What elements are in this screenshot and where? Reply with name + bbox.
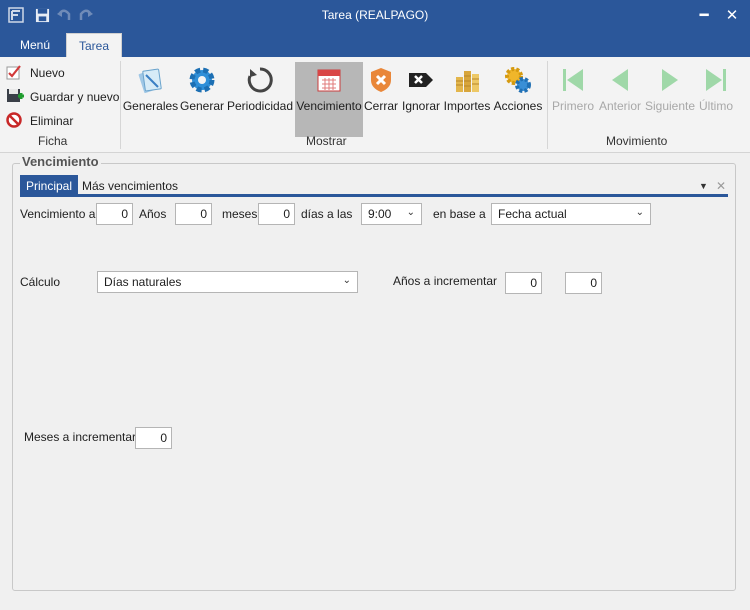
mostrar-group-label: Mostrar xyxy=(306,134,347,148)
meses-incrementar-label: Meses a incrementar xyxy=(24,430,137,444)
hora-select[interactable]: 9:00 ⌄ xyxy=(361,203,422,225)
ficha-group-label: Ficha xyxy=(38,134,68,148)
primero-label: Primero xyxy=(552,99,595,113)
last-icon xyxy=(699,63,733,97)
vencimiento-button[interactable]: Vencimiento xyxy=(295,62,363,137)
tab-menu[interactable]: Menú xyxy=(8,33,62,57)
shield-close-icon xyxy=(364,63,398,97)
nuevo-button[interactable]: Nuevo xyxy=(6,63,65,83)
anos-incrementar-input-1[interactable]: 0 xyxy=(505,272,542,294)
ultimo-label: Último xyxy=(698,99,733,113)
ignore-icon xyxy=(404,63,438,97)
acciones-label: Acciones xyxy=(493,99,543,113)
vencimiento-label: Vencimiento a xyxy=(20,207,96,221)
dias-label: días a las xyxy=(301,207,353,221)
nuevo-label: Nuevo xyxy=(30,66,65,80)
ignorar-button[interactable]: Ignorar xyxy=(401,63,441,119)
hora-value: 9:00 xyxy=(368,207,392,221)
refresh-icon xyxy=(243,63,277,97)
ribbon-tab-bar: Menú Tarea xyxy=(0,33,750,57)
section-title: Vencimiento xyxy=(20,154,101,169)
periodicidad-label: Periodicidad xyxy=(226,99,294,113)
chevron-down-icon: ⌄ xyxy=(635,207,644,218)
guardar-nuevo-button[interactable]: Guardar y nuevo xyxy=(6,87,119,107)
vencimiento-label: Vencimiento xyxy=(296,99,362,113)
meses-incrementar-input[interactable]: 0 xyxy=(135,427,172,449)
close-button[interactable]: ✕ xyxy=(720,5,744,27)
window-title: Tarea (REALPAGO) xyxy=(321,8,429,22)
ribbon: Nuevo Guardar y nuevo Eliminar Ficha Gen… xyxy=(0,57,750,153)
generales-icon xyxy=(134,63,168,97)
anos-incrementar-label: Años a incrementar xyxy=(393,274,498,288)
anterior-button[interactable]: Anterior xyxy=(597,63,643,119)
importes-button[interactable]: Importes xyxy=(444,63,490,119)
chevron-down-icon: ⌄ xyxy=(406,207,415,218)
next-icon xyxy=(653,63,687,97)
gears-icon xyxy=(501,63,535,97)
ribbon-separator xyxy=(547,61,548,149)
movimiento-group-label: Movimiento xyxy=(606,134,668,148)
title-bar: Tarea (REALPAGO) ━ ✕ xyxy=(0,0,750,33)
previous-icon xyxy=(603,63,637,97)
base-label: en base a xyxy=(433,207,486,221)
calculo-label: Cálculo xyxy=(20,275,61,289)
eliminar-label: Eliminar xyxy=(30,114,74,128)
gear-icon xyxy=(185,63,219,97)
content-area: Vencimiento Principal Más vencimientos ▼… xyxy=(0,153,750,610)
dias-input[interactable]: 0 xyxy=(258,203,295,225)
first-icon xyxy=(556,63,590,97)
cerrar-label: Cerrar xyxy=(364,99,399,113)
tab-close-icon[interactable]: ✕ xyxy=(710,175,732,197)
anos-label: Años xyxy=(139,207,167,221)
tab-principal[interactable]: Principal xyxy=(20,175,79,197)
anos-incrementar-input-2[interactable]: 0 xyxy=(565,272,602,294)
siguiente-button[interactable]: Siguiente xyxy=(645,63,695,119)
calculo-value: Días naturales xyxy=(104,275,182,289)
save-new-icon xyxy=(6,87,24,108)
siguiente-label: Siguiente xyxy=(644,99,696,113)
importes-label: Importes xyxy=(443,99,491,113)
ultimo-button[interactable]: Último xyxy=(698,63,734,119)
periodicidad-button[interactable]: Periodicidad xyxy=(226,63,294,119)
new-document-icon xyxy=(6,64,24,83)
sub-tab-bar: Principal Más vencimientos ▼ ✕ xyxy=(20,175,728,197)
chevron-down-icon: ⌄ xyxy=(342,275,351,286)
primero-button[interactable]: Primero xyxy=(552,63,594,119)
coins-icon xyxy=(450,63,484,97)
acciones-button[interactable]: Acciones xyxy=(494,63,542,119)
generar-button[interactable]: Generar xyxy=(180,63,224,119)
tab-mas-vencimientos[interactable]: Más vencimientos xyxy=(76,175,184,197)
anterior-label: Anterior xyxy=(598,99,642,113)
generales-label: Generales xyxy=(122,99,179,113)
guardar-nuevo-label: Guardar y nuevo xyxy=(30,90,120,104)
tab-tarea[interactable]: Tarea xyxy=(66,33,123,57)
meses-label: meses xyxy=(222,207,258,221)
generales-button[interactable]: Generales xyxy=(122,63,179,119)
ribbon-separator xyxy=(120,61,121,149)
delete-icon xyxy=(6,111,24,131)
cerrar-button[interactable]: Cerrar xyxy=(364,63,399,119)
generar-label: Generar xyxy=(179,99,225,113)
meses-input[interactable]: 0 xyxy=(175,203,212,225)
calculo-select[interactable]: Días naturales ⌄ xyxy=(97,271,358,293)
base-select[interactable]: Fecha actual ⌄ xyxy=(491,203,651,225)
ignorar-label: Ignorar xyxy=(401,99,441,113)
anos-input[interactable]: 0 xyxy=(96,203,133,225)
minimize-button[interactable]: ━ xyxy=(692,5,716,27)
base-value: Fecha actual xyxy=(498,207,567,221)
calendar-icon xyxy=(312,63,346,97)
eliminar-button[interactable]: Eliminar xyxy=(6,111,73,131)
vencimiento-groupbox xyxy=(12,163,736,591)
